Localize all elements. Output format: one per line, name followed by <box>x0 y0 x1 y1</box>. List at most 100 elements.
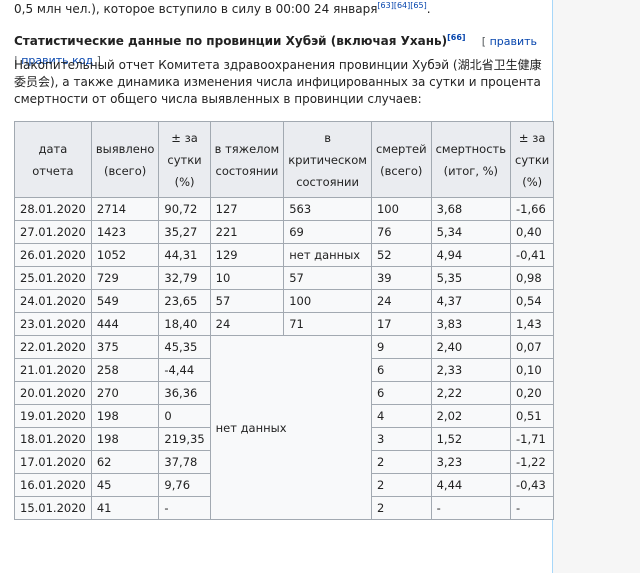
table-cell: 4,94 <box>430 243 512 267</box>
table-row: 24.01.202054923,6557100244,370,5431 <box>14 289 623 313</box>
column-header-line: (всего) <box>380 163 423 178</box>
table-cell: 0,20 <box>510 381 555 405</box>
table-header-row: дата отчета выявлено (всего) ± за сутки (%) в т… <box>14 121 623 198</box>
column-header-line: состоянии <box>296 174 359 189</box>
table-cell: 2 <box>370 450 432 474</box>
table-cell: 9 <box>370 335 432 359</box>
column-header-line: ± за <box>171 130 198 145</box>
table-cell: 21.01.2020 <box>14 358 92 382</box>
table-cell: 71 <box>283 312 372 336</box>
table-cell: 3,23 <box>430 450 512 474</box>
column-header-line: состоянии <box>215 163 279 178</box>
table-cell: -1,66 <box>510 197 555 221</box>
table-cell: 127 <box>209 197 285 221</box>
edit-link[interactable]: править <box>490 35 537 48</box>
column-header-line: смертей <box>375 141 427 156</box>
column-header-line: (итог, %) <box>443 163 499 178</box>
table-cell: 258 <box>90 358 160 382</box>
table-cell: 28.01.2020 <box>14 197 92 221</box>
table-cell: 20.01.2020 <box>14 381 92 405</box>
table-cell: 4 <box>370 404 432 428</box>
table-cell: 27.01.2020 <box>14 220 92 244</box>
table-cell: 37,78 <box>158 450 211 474</box>
column-header-line: (%) <box>174 174 195 189</box>
table-row: 27.01.2020142335,2722169765,340,4044 <box>14 220 623 244</box>
column-header-line: в <box>324 130 331 145</box>
column-header: дата отчета <box>14 121 92 198</box>
table-cell: 52 <box>370 243 432 267</box>
table-cell: 36,36 <box>158 381 211 405</box>
column-header-line: сутки <box>515 152 550 167</box>
table-cell: 6 <box>370 358 432 382</box>
table-cell: 4,37 <box>430 289 512 313</box>
table-cell: 45,35 <box>158 335 211 359</box>
table-cell: - <box>430 496 512 520</box>
column-header-line: в тяжелом <box>214 141 280 156</box>
table-cell: 2714 <box>90 197 160 221</box>
table-cell: 62 <box>90 450 160 474</box>
table-cell: 2 <box>370 473 432 497</box>
reference-links[interactable]: [63][64][65] <box>377 1 426 10</box>
table-cell: 221 <box>209 220 285 244</box>
table-cell: 26.01.2020 <box>14 243 92 267</box>
table-cell: 0,07 <box>510 335 555 359</box>
table-row: 23.01.202044418,402471173,831,4328 <box>14 312 623 336</box>
column-header-line: сутки <box>167 152 202 167</box>
table-cell: 0 <box>158 404 211 428</box>
table-cell: 18,40 <box>158 312 211 336</box>
table-cell: 24 <box>370 289 432 313</box>
table-cell: 57 <box>209 289 285 313</box>
column-header: ± за сутки (%) <box>158 121 211 198</box>
table-cell: 16.01.2020 <box>14 473 92 497</box>
table-row: 25.01.202072932,791057395,350,9832 <box>14 266 623 290</box>
table-cell: 1,52 <box>430 427 512 451</box>
table-cell: 2 <box>370 496 432 520</box>
table-cell: 1,43 <box>510 312 555 336</box>
table-cell: 563 <box>283 197 372 221</box>
table-cell: 69 <box>283 220 372 244</box>
table-cell: 44,31 <box>158 243 211 267</box>
table-cell: 270 <box>90 381 160 405</box>
table-cell: 22.01.2020 <box>14 335 92 359</box>
description-paragraph: Накопительный отчет Комитета здравоохран… <box>14 58 542 106</box>
table-cell: 3,83 <box>430 312 512 336</box>
table-cell: 9,76 <box>158 473 211 497</box>
table-cell: 219,35 <box>158 427 211 451</box>
table-cell: 2,33 <box>430 358 512 382</box>
table-cell: 25.01.2020 <box>14 266 92 290</box>
table-cell: 198 <box>90 404 160 428</box>
column-header-line: ± за <box>518 130 546 145</box>
table-cell: 1052 <box>90 243 160 267</box>
column-header-line: смертность <box>435 141 507 156</box>
table-cell: 41 <box>90 496 160 520</box>
table-cell: 76 <box>370 220 432 244</box>
column-header-line: отчета <box>32 163 74 178</box>
table-cell: -0,41 <box>510 243 555 267</box>
table-cell: 17 <box>370 312 432 336</box>
table-cell: -1,22 <box>510 450 555 474</box>
table-cell: 198 <box>90 427 160 451</box>
table-cell: 57 <box>283 266 372 290</box>
table-cell: 0,98 <box>510 266 555 290</box>
column-header: ± за сутки (%) <box>510 121 555 198</box>
table-row: 22.01.202037545,35нет данных92,400,0728 <box>14 335 623 520</box>
table-cell: 23.01.2020 <box>14 312 92 336</box>
section-reference[interactable]: [66] <box>447 33 465 42</box>
table-cell: 0,54 <box>510 289 555 313</box>
table-cell: 18.01.2020 <box>14 427 92 451</box>
column-header: смертность (итог, %) <box>430 121 512 198</box>
table-cell: 2,40 <box>430 335 512 359</box>
table-body: 28.01.2020271490,721275631003,68-1,66472… <box>14 197 623 520</box>
table-cell: 6 <box>370 381 432 405</box>
table-cell: - <box>158 496 211 520</box>
table-cell: 17.01.2020 <box>14 450 92 474</box>
article-content: 0,5 млн чел.), которое вступило в силу в… <box>0 0 623 573</box>
column-header-line: дата <box>38 141 68 156</box>
column-header-line: критическом <box>288 152 367 167</box>
table-cell: 39 <box>370 266 432 290</box>
column-header: в критическом состоянии <box>283 121 372 198</box>
table-cell: -4,44 <box>158 358 211 382</box>
intro-tail: . <box>426 2 431 16</box>
table-cell: 129 <box>209 243 285 267</box>
table-cell: 35,27 <box>158 220 211 244</box>
